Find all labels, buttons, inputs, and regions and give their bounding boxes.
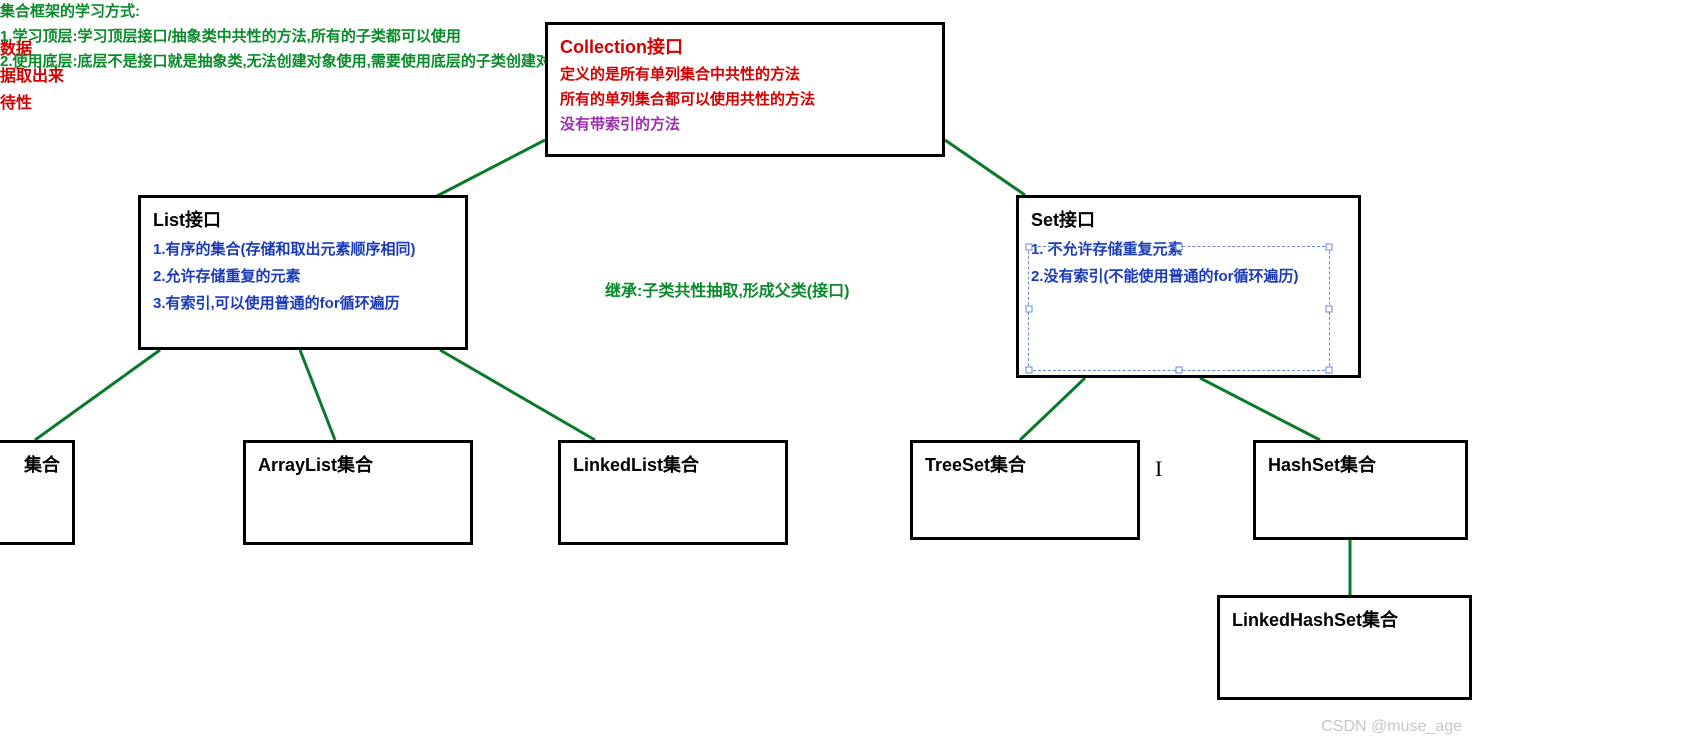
list-line3: 3.有索引,可以使用普通的for循环遍历 xyxy=(153,292,453,313)
set-title: Set接口 xyxy=(1031,206,1346,232)
study-notes: 集合框架的学习方式: 1.学习顶层:学习顶层接口/抽象类中共性的方法,所有的子类… xyxy=(0,0,640,71)
text-cursor-icon: I xyxy=(1155,456,1162,482)
selection-overlay[interactable] xyxy=(1028,246,1330,371)
inherit-note: 继承:子类共性抽取,形成父类(接口) xyxy=(605,277,849,301)
vector-title: 集合 xyxy=(0,451,60,477)
collection-box: Collection接口 定义的是所有单列集合中共性的方法 所有的单列集合都可以… xyxy=(545,22,945,157)
vector-box: 集合 xyxy=(0,440,75,545)
linkedlist-title: LinkedList集合 xyxy=(573,451,773,477)
arraylist-box: ArrayList集合 xyxy=(243,440,473,545)
hashset-title: HashSet集合 xyxy=(1268,451,1453,477)
collection-line3: 没有带索引的方法 xyxy=(560,113,930,134)
collection-line2: 所有的单列集合都可以使用共性的方法 xyxy=(560,88,930,109)
list-line1: 1.有序的集合(存储和取出元素顺序相同) xyxy=(153,238,453,259)
collection-line1: 定义的是所有单列集合中共性的方法 xyxy=(560,63,930,84)
linkedhashset-box: LinkedHashSet集合 xyxy=(1217,595,1472,700)
collection-title: Collection接口 xyxy=(560,33,930,59)
hashset-box: HashSet集合 xyxy=(1253,440,1468,540)
linkedlist-box: LinkedList集合 xyxy=(558,440,788,545)
list-title: List接口 xyxy=(153,206,453,232)
study-notes-line2: 2.使用底层:底层不是接口就是抽象类,无法创建对象使用,需要使用底层的子类创建对… xyxy=(0,50,640,71)
linkedhashset-title: LinkedHashSet集合 xyxy=(1232,606,1457,632)
treeset-title: TreeSet集合 xyxy=(925,451,1125,477)
treeset-box: TreeSet集合 xyxy=(910,440,1140,540)
arraylist-title: ArrayList集合 xyxy=(258,451,458,477)
list-line2: 2.允许存储重复的元素 xyxy=(153,265,453,286)
study-notes-title: 集合框架的学习方式: xyxy=(0,0,640,21)
fragment-text-3: 待性 xyxy=(0,89,32,113)
watermark: CSDN @muse_age xyxy=(1321,718,1462,736)
study-notes-line1: 1.学习顶层:学习顶层接口/抽象类中共性的方法,所有的子类都可以使用 xyxy=(0,25,640,46)
list-box: List接口 1.有序的集合(存储和取出元素顺序相同) 2.允许存储重复的元素 … xyxy=(138,195,468,350)
